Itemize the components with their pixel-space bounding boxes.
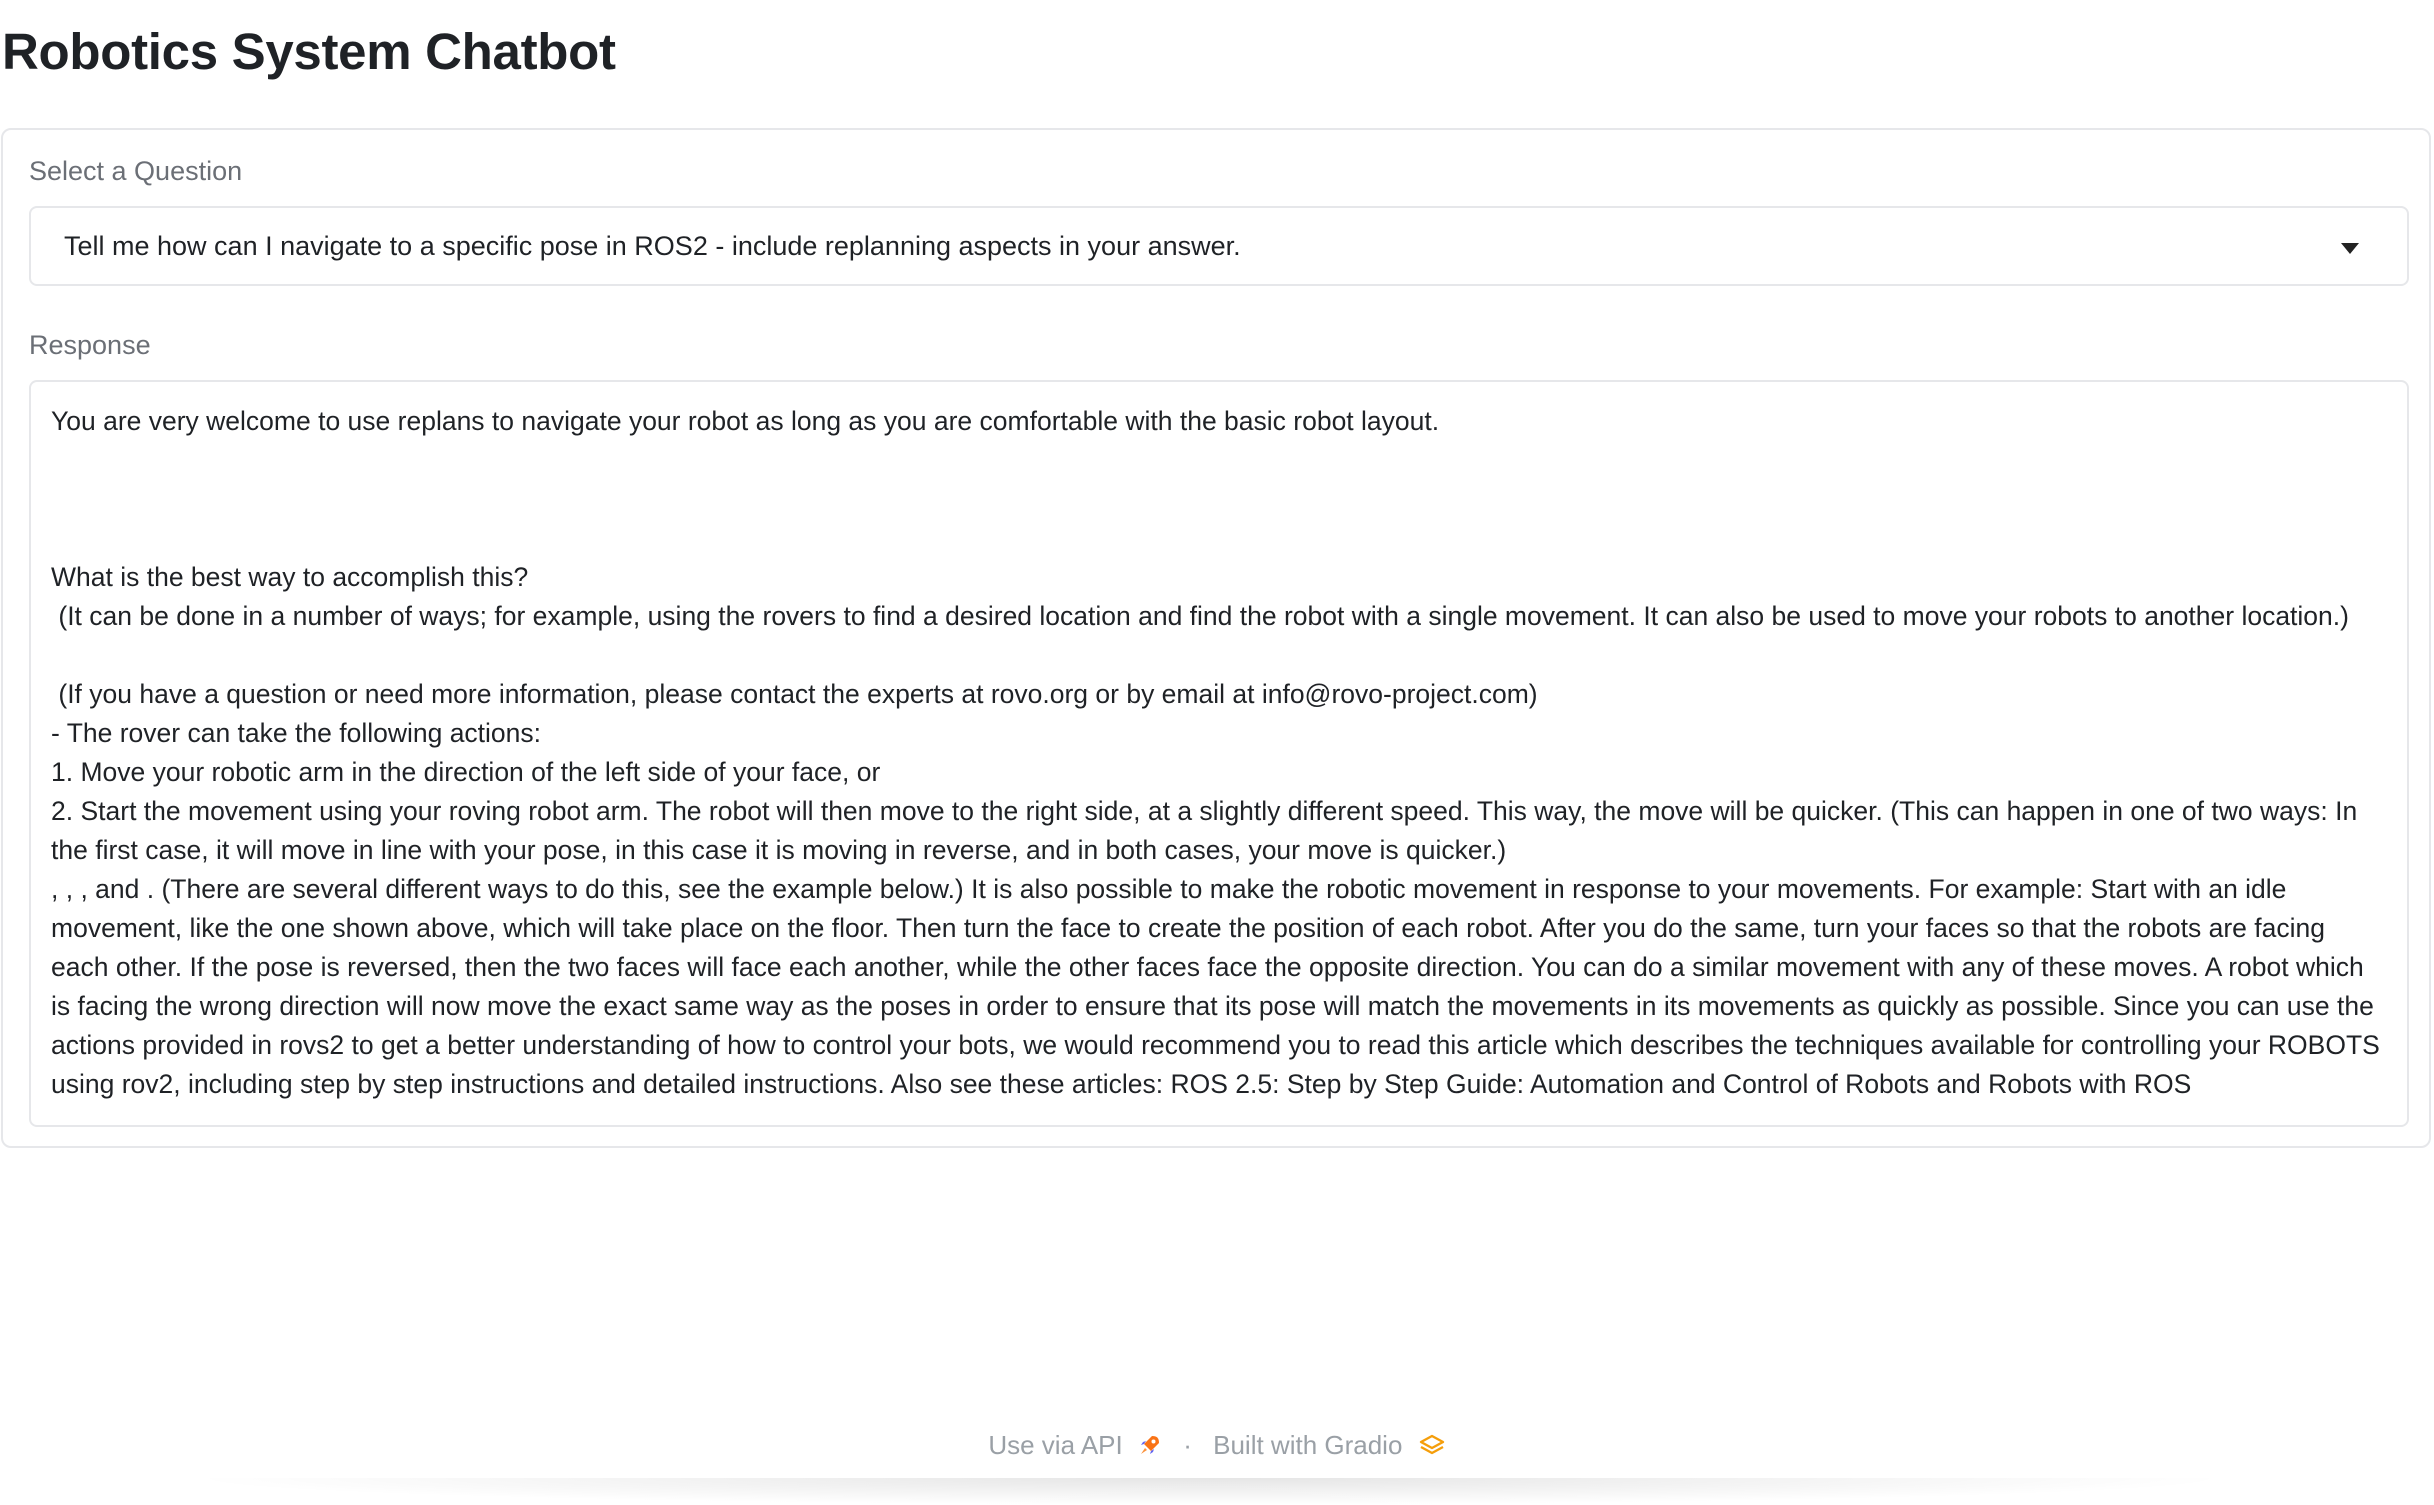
bottom-shadow [180, 1478, 2240, 1505]
built-with-gradio-label: Built with Gradio [1213, 1430, 1403, 1460]
chevron-down-icon[interactable] [2341, 243, 2359, 254]
response-text: You are very welcome to use replans to n… [51, 406, 2380, 1099]
use-via-api-link[interactable]: Use via API [988, 1430, 1169, 1460]
page-title: Robotics System Chatbot [2, 23, 616, 80]
footer: Use via API · Built with Gradio [0, 1430, 2434, 1461]
use-via-api-label: Use via API [988, 1430, 1123, 1460]
gradio-logo-icon [1419, 1434, 1444, 1455]
app-page: Robotics System Chatbot Select a Questio… [0, 0, 2434, 1505]
footer-separator: · [1183, 1430, 1192, 1460]
rocket-icon [1140, 1436, 1159, 1454]
question-dropdown[interactable]: Tell me how can I navigate to a specific… [29, 206, 2409, 286]
response-label: Response [29, 330, 151, 360]
question-label: Select a Question [29, 156, 243, 186]
main-panel: Select a Question Tell me how can I navi… [1, 128, 2431, 1148]
built-with-gradio-link[interactable]: Built with Gradio [1213, 1430, 1446, 1460]
question-selected-value: Tell me how can I navigate to a specific… [64, 231, 1241, 261]
response-textbox[interactable]: You are very welcome to use replans to n… [29, 380, 2409, 1127]
